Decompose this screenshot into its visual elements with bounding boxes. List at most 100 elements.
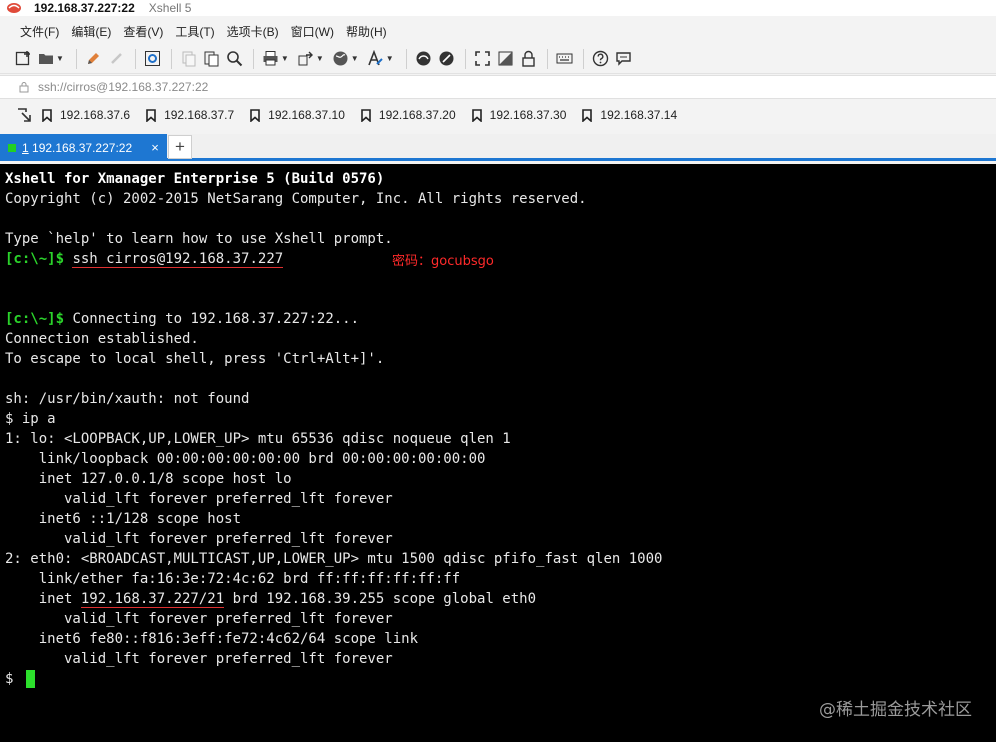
transfer-dropdown-caret[interactable]: ▼ xyxy=(316,54,324,63)
keyboard-icon xyxy=(556,53,573,64)
encoding-dropdown-caret[interactable]: ▼ xyxy=(351,54,359,63)
toolbar-separator xyxy=(75,48,77,69)
add-tab-button[interactable]: + xyxy=(168,135,192,159)
font-dropdown-caret[interactable]: ▼ xyxy=(386,54,394,63)
encoding-button[interactable] xyxy=(330,48,352,70)
link-item[interactable]: 192.168.37.7 xyxy=(146,108,234,122)
menu-tools[interactable]: 工具(T) xyxy=(169,21,220,42)
tab-title: 192.168.37.227:22 xyxy=(32,140,133,155)
link-label: 192.168.37.7 xyxy=(164,108,235,122)
terminal-line: valid_lft forever preferred_lft forever xyxy=(5,531,393,547)
transparency-icon xyxy=(498,51,513,66)
inet-prefix: inet xyxy=(5,591,81,607)
terminal-line: inet 127.0.0.1/8 scope host lo xyxy=(5,471,292,487)
tab-close-button[interactable]: × xyxy=(147,140,163,155)
terminal-line: sh: /usr/bin/xauth: not found xyxy=(5,391,250,407)
print-button[interactable] xyxy=(260,48,282,70)
app-name: Xshell 5 xyxy=(148,1,192,15)
terminal-line: inet6 ::1/128 scope host xyxy=(5,511,242,527)
copy-button[interactable] xyxy=(178,48,200,70)
session-tab[interactable]: 1 192.168.37.227:22 × xyxy=(0,134,167,161)
chat-button[interactable] xyxy=(613,48,635,70)
xmanager-button[interactable] xyxy=(436,48,458,70)
lock-icon xyxy=(522,50,535,67)
fullscreen-icon xyxy=(475,51,490,66)
terminal-line: Connection established. xyxy=(5,331,199,347)
bookmark-icon xyxy=(146,108,156,122)
inet-suffix: brd 192.168.39.255 scope global eth0 xyxy=(224,591,537,607)
gear-icon xyxy=(145,51,161,66)
properties-button[interactable] xyxy=(83,48,105,70)
address-bar[interactable]: ssh://cirros@192.168.37.227:22 xyxy=(0,75,996,99)
connected-indicator-icon xyxy=(8,143,16,152)
lock-button[interactable] xyxy=(518,48,540,70)
link-label: 192.168.37.14 xyxy=(600,108,678,122)
font-icon xyxy=(368,50,383,66)
link-item[interactable]: 192.168.37.20 xyxy=(361,108,456,122)
transfer-icon xyxy=(298,51,314,66)
menu-file[interactable]: 文件(F) xyxy=(14,21,65,42)
bookmark-icon xyxy=(42,108,52,122)
printer-icon xyxy=(263,51,278,66)
paste-button[interactable] xyxy=(201,48,223,70)
new-session-button[interactable] xyxy=(12,48,34,70)
menu-tabs[interactable]: 选项卡(B) xyxy=(221,21,285,42)
keyboard-button[interactable] xyxy=(554,48,576,70)
links-arrow-icon[interactable] xyxy=(16,107,32,123)
window-title: 192.168.37.227:22 xyxy=(34,1,135,15)
disconnect-button[interactable] xyxy=(106,48,128,70)
menu-window[interactable]: 窗口(W) xyxy=(285,21,340,42)
open-button[interactable] xyxy=(35,48,57,70)
link-label: 192.168.37.10 xyxy=(268,108,345,122)
link-item[interactable]: 192.168.37.14 xyxy=(582,108,677,122)
fullscreen-button[interactable] xyxy=(472,48,494,70)
terminal-line: Xshell for Xmanager Enterprise 5 (Build … xyxy=(5,171,385,187)
toolbar-separator xyxy=(170,48,172,69)
xftp-icon xyxy=(416,51,431,66)
copy-icon xyxy=(182,51,196,67)
transfer-button[interactable] xyxy=(295,48,317,70)
xshell-logo-icon xyxy=(7,3,21,13)
font-button[interactable] xyxy=(365,48,387,70)
find-button[interactable] xyxy=(224,48,246,70)
help-icon xyxy=(592,50,609,67)
prompt: [c:\~]$ xyxy=(5,311,65,327)
menu-view[interactable]: 查看(V) xyxy=(117,21,169,42)
terminal-line: valid_lft forever preferred_lft forever xyxy=(5,651,393,667)
menu-help[interactable]: 帮助(H) xyxy=(340,21,393,42)
terminal-line: [c:\~]$ Connecting to 192.168.37.227:22.… xyxy=(5,310,996,330)
toolbar-separator xyxy=(546,48,548,69)
pen-icon xyxy=(88,53,100,64)
terminal[interactable]: Xshell for Xmanager Enterprise 5 (Build … xyxy=(0,164,996,742)
print-dropdown-caret[interactable]: ▼ xyxy=(281,54,289,63)
xftp-button[interactable] xyxy=(413,48,435,70)
bookmark-icon xyxy=(361,108,371,122)
new-session-icon xyxy=(15,51,30,66)
toolbar-separator xyxy=(582,48,584,69)
open-dropdown-caret[interactable]: ▼ xyxy=(56,54,64,63)
settings-button[interactable] xyxy=(142,48,164,70)
link-label: 192.168.37.6 xyxy=(60,108,131,122)
address-input[interactable]: ssh://cirros@192.168.37.227:22 xyxy=(38,80,208,94)
link-item[interactable]: 192.168.37.6 xyxy=(42,108,130,122)
lock-icon xyxy=(19,82,29,93)
link-item[interactable]: 192.168.37.10 xyxy=(250,108,345,122)
link-label: 192.168.37.20 xyxy=(378,108,456,122)
paste-icon xyxy=(204,51,219,67)
ssh-command: ssh cirros@192.168.37.227 xyxy=(72,251,284,268)
link-label: 192.168.37.30 xyxy=(489,108,567,122)
menu-edit[interactable]: 编辑(E) xyxy=(65,21,117,42)
watermark: @稀土掘金技术社区 xyxy=(819,700,972,720)
terminal-line: valid_lft forever preferred_lft forever xyxy=(5,611,393,627)
terminal-cursor xyxy=(26,670,36,688)
link-item[interactable]: 192.168.37.30 xyxy=(471,108,567,122)
toolbar-separator xyxy=(252,48,254,69)
xmanager-icon xyxy=(439,51,454,66)
tab-bar: 1 192.168.37.227:22 × + xyxy=(0,134,996,161)
search-icon xyxy=(227,51,243,67)
help-button[interactable] xyxy=(590,48,612,70)
transparency-button[interactable] xyxy=(495,48,517,70)
